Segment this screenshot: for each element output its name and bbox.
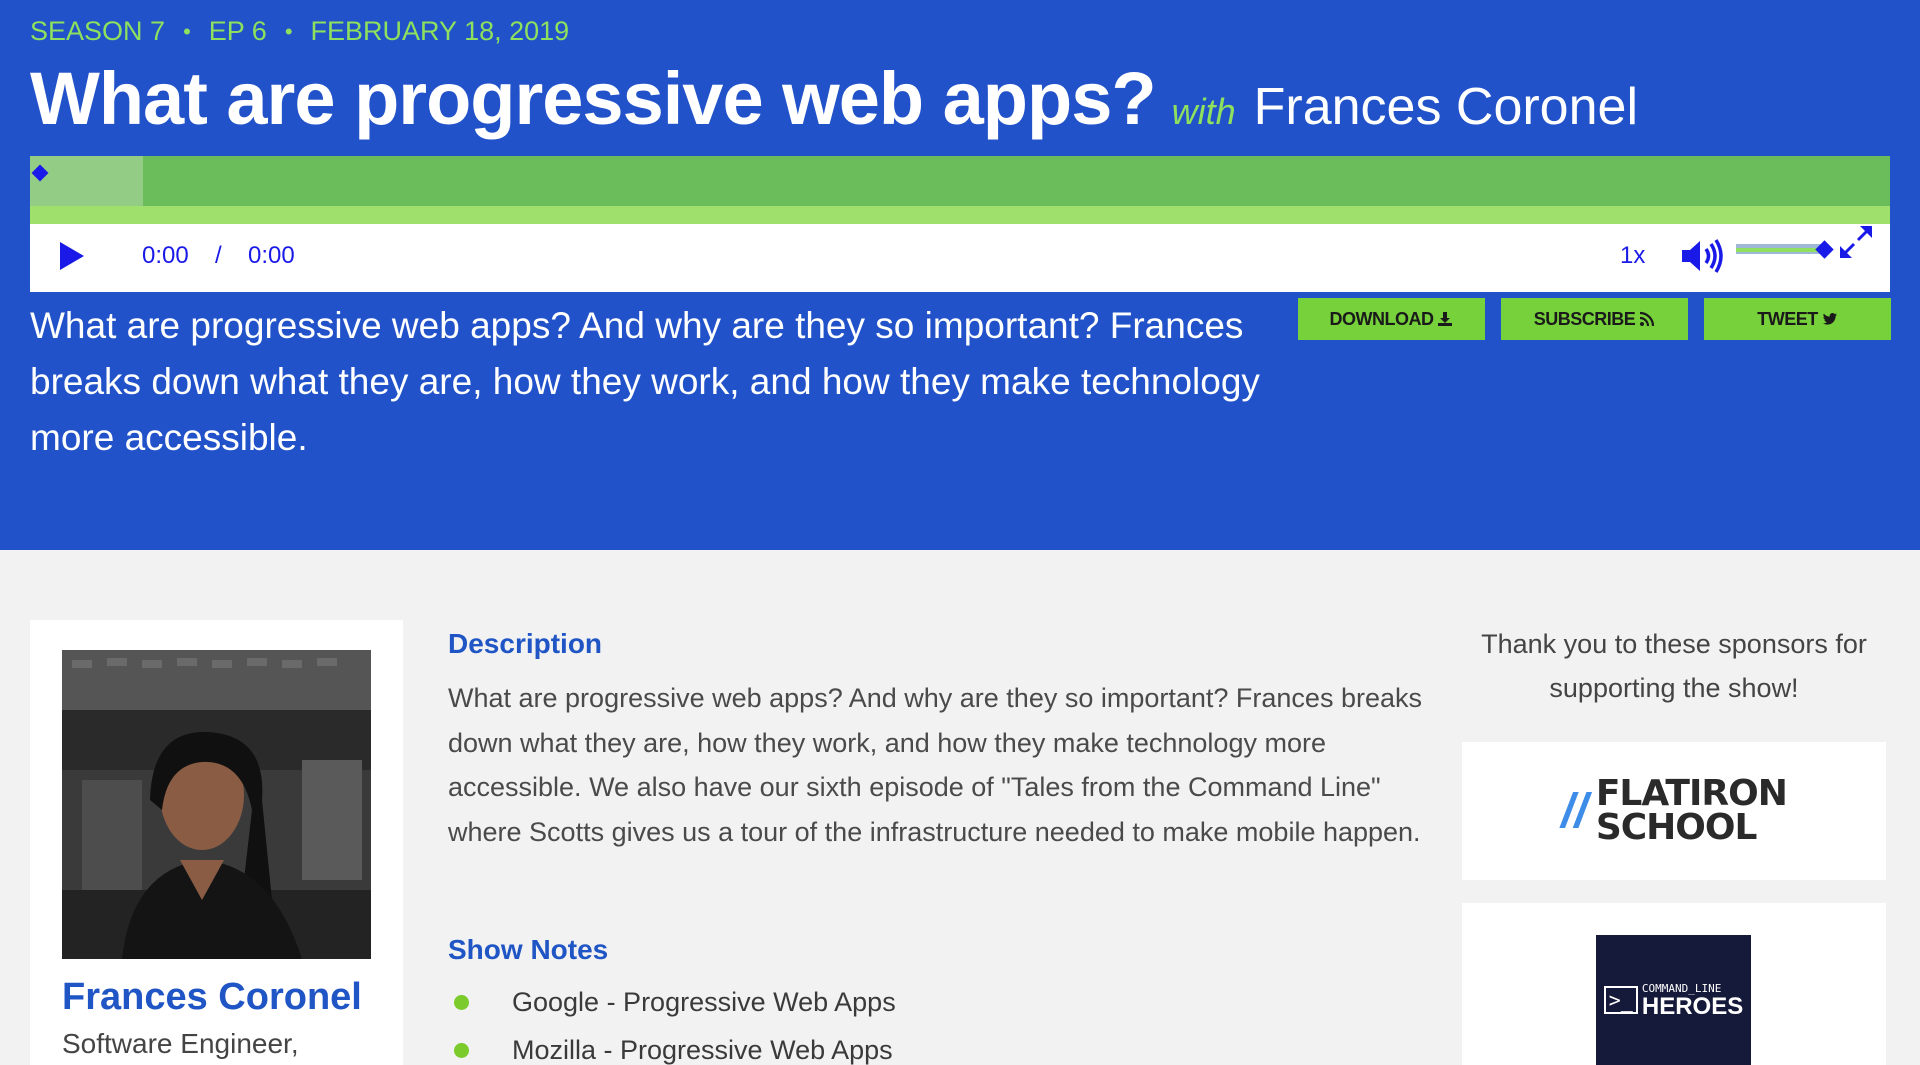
download-icon	[1438, 312, 1453, 326]
guest-photo	[62, 650, 371, 959]
title-row: What are progressive web apps? with Fran…	[30, 56, 1638, 141]
command-line-heroes-logo: >_ COMMAND_LINE HEROES	[1596, 935, 1751, 1065]
sponsor-flatiron-school[interactable]: // FLATIRON SCHOOL	[1462, 742, 1886, 880]
sponsors-panel: Thank you to these sponsors for supporti…	[1462, 620, 1886, 1065]
flatiron-word: FLATIRON	[1595, 773, 1788, 814]
episode-summary: What are progressive web apps? And why a…	[30, 305, 1260, 458]
current-time: 0:00	[142, 242, 189, 269]
tweet-label: TWEET	[1757, 308, 1818, 329]
audio-player: 0:00 / 0:00 1x	[30, 156, 1890, 292]
episode-hero: SEASON 7 • EP 6 • FEBRUARY 18, 2019 What…	[0, 0, 1920, 550]
list-item[interactable]: Google - Progressive Web Apps	[448, 978, 896, 1026]
sponsors-thanks: Thank you to these sponsors for supporti…	[1481, 629, 1867, 703]
guest-name[interactable]: Frances Coronel	[62, 976, 362, 1019]
clh-big-text: HEROES	[1641, 993, 1744, 1020]
time-separator: /	[215, 242, 222, 269]
list-item[interactable]: Mozilla - Progressive Web Apps	[448, 1026, 896, 1065]
rss-icon	[1640, 311, 1655, 327]
show-notes-heading: Show Notes	[448, 934, 609, 965]
twitter-bird-icon	[1822, 313, 1837, 325]
guest-name-heading[interactable]: Frances Coronel	[1254, 77, 1638, 137]
with-label: with	[1171, 91, 1236, 132]
volume-fill	[1736, 248, 1826, 252]
episode-title: What are progressive web apps?	[30, 57, 1157, 140]
terminal-prompt-icon: >_	[1603, 986, 1638, 1014]
description-heading: Description	[448, 628, 603, 659]
download-label: DOWNLOAD	[1329, 308, 1434, 329]
season-label: SEASON 7	[30, 16, 166, 46]
sponsor-command-line-heroes[interactable]: >_ COMMAND_LINE HEROES	[1462, 903, 1886, 1065]
show-notes-list: Google - Progressive Web Apps Mozilla - …	[448, 978, 896, 1065]
fullscreen-icon[interactable]	[1836, 222, 1876, 262]
meta-separator: •	[284, 18, 293, 44]
description-text: What are progressive web apps? And why a…	[448, 683, 1422, 847]
school-word: SCHOOL	[1595, 807, 1758, 848]
show-note-link[interactable]: Mozilla - Progressive Web Apps	[512, 1035, 893, 1065]
subscribe-label: SUBSCRIBE	[1533, 308, 1636, 329]
show-note-link[interactable]: Google - Progressive Web Apps	[512, 987, 896, 1018]
playback-rate-button[interactable]: 1x	[1620, 242, 1645, 270]
guest-profile-card: Frances Coronel Software Engineer,	[30, 620, 403, 1065]
episode-meta: SEASON 7 • EP 6 • FEBRUARY 18, 2019	[30, 16, 569, 47]
tweet-button[interactable]: TWEET	[1704, 298, 1891, 340]
subscribe-button[interactable]: SUBSCRIBE	[1501, 298, 1688, 340]
play-icon[interactable]	[60, 242, 84, 270]
waveform-baseline	[30, 206, 1890, 224]
flatiron-slash: //	[1561, 784, 1588, 838]
meta-separator: •	[183, 18, 191, 44]
download-button[interactable]: DOWNLOAD	[1298, 298, 1485, 340]
volume-icon[interactable]	[1680, 236, 1724, 276]
duration: 0:00	[248, 242, 295, 269]
bullet-icon	[454, 1042, 469, 1058]
guest-role: Software Engineer,	[62, 1028, 299, 1059]
episode-actions: DOWNLOAD SUBSCRIBE TWEET	[1298, 298, 1891, 340]
flatiron-logo: // FLATIRON SCHOOL	[1561, 773, 1788, 848]
episode-number: EP 6	[208, 16, 267, 46]
episode-date: FEBRUARY 18, 2019	[310, 16, 570, 46]
bullet-icon	[454, 994, 469, 1010]
